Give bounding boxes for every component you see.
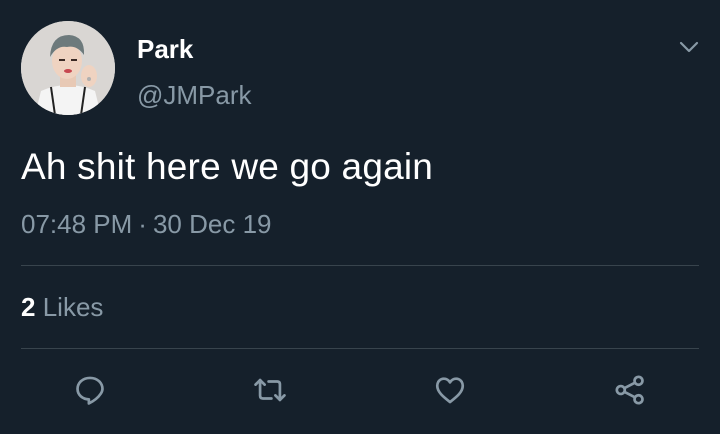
tweet-card: Park @JMPark Ah shit here we go again 07… [0,0,720,434]
like-button[interactable] [430,370,470,410]
like-icon [435,377,465,404]
share-icon [615,375,644,405]
likes-stat[interactable]: 2 Likes [21,290,103,324]
retweet-button[interactable] [250,370,290,410]
tweet-actions [0,370,720,410]
avatar[interactable] [21,21,115,115]
tweet-date: 30 Dec 19 [152,209,272,239]
user-handle[interactable]: @JMPark [137,79,252,111]
display-name[interactable]: Park [137,33,193,65]
divider [21,265,699,266]
divider [21,348,699,349]
likes-label: Likes [42,292,104,322]
share-button[interactable] [610,370,650,410]
tweet-time: 07:48 PM [21,209,133,239]
tweet-timestamp[interactable]: 07:48 PM · 30 Dec 19 [21,207,272,241]
tweet-text: Ah shit here we go again [21,146,434,187]
reply-icon [76,376,104,405]
retweet-icon [254,378,286,402]
likes-count: 2 [21,292,36,322]
meta-separator: · [138,209,147,239]
chevron-down-icon[interactable] [678,36,700,58]
reply-button[interactable] [70,370,110,410]
